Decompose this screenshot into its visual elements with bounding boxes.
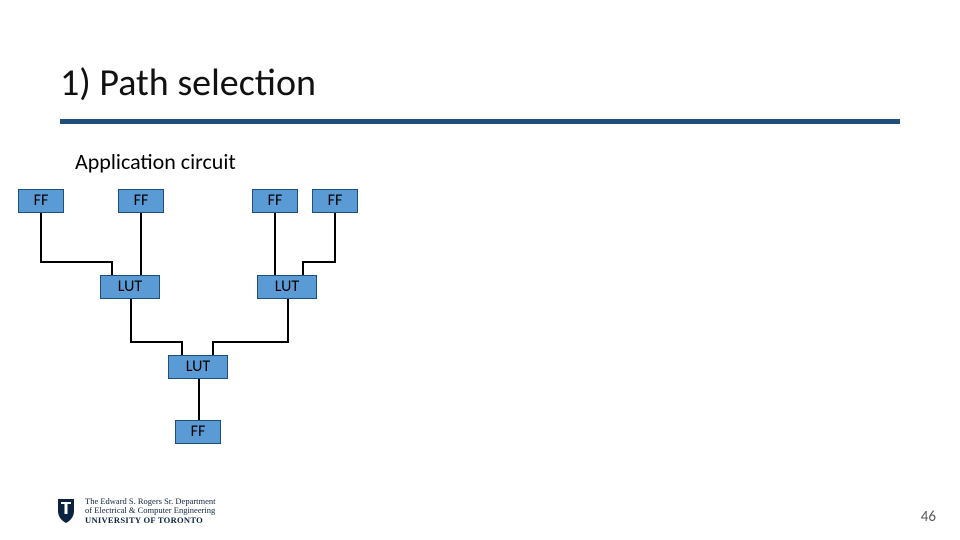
- footer-line-3: UNIVERSITY OF TORONTO: [85, 516, 216, 526]
- page-number: 46: [921, 508, 936, 526]
- title-rule: [60, 119, 900, 124]
- footer-text: The Edward S. Rogers Sr. Department of E…: [85, 497, 216, 526]
- wire: [198, 379, 200, 420]
- wire: [212, 341, 214, 355]
- slide-title: 1) Path selection: [60, 60, 316, 106]
- wire: [130, 341, 181, 343]
- wire: [140, 213, 142, 275]
- flipflop-node: FF: [312, 189, 358, 213]
- flipflop-node: FF: [175, 420, 221, 444]
- flipflop-node: FF: [252, 189, 298, 213]
- wire: [302, 261, 336, 263]
- wire: [40, 213, 42, 263]
- footer-branding: The Edward S. Rogers Sr. Department of E…: [55, 497, 216, 526]
- flipflop-node: FF: [118, 189, 164, 213]
- wire: [111, 261, 113, 275]
- wire: [212, 341, 289, 343]
- flipflop-node: FF: [18, 189, 64, 213]
- wire: [302, 261, 304, 275]
- wire: [130, 299, 132, 343]
- subtitle: Application circuit: [75, 148, 236, 175]
- wire: [274, 213, 276, 275]
- wire: [181, 341, 183, 355]
- lut-node: LUT: [257, 275, 317, 299]
- lut-node: LUT: [100, 275, 160, 299]
- wire: [287, 299, 289, 343]
- wire: [40, 261, 111, 263]
- uoft-crest-icon: [55, 497, 77, 525]
- lut-node: LUT: [168, 355, 228, 379]
- wire: [334, 213, 336, 263]
